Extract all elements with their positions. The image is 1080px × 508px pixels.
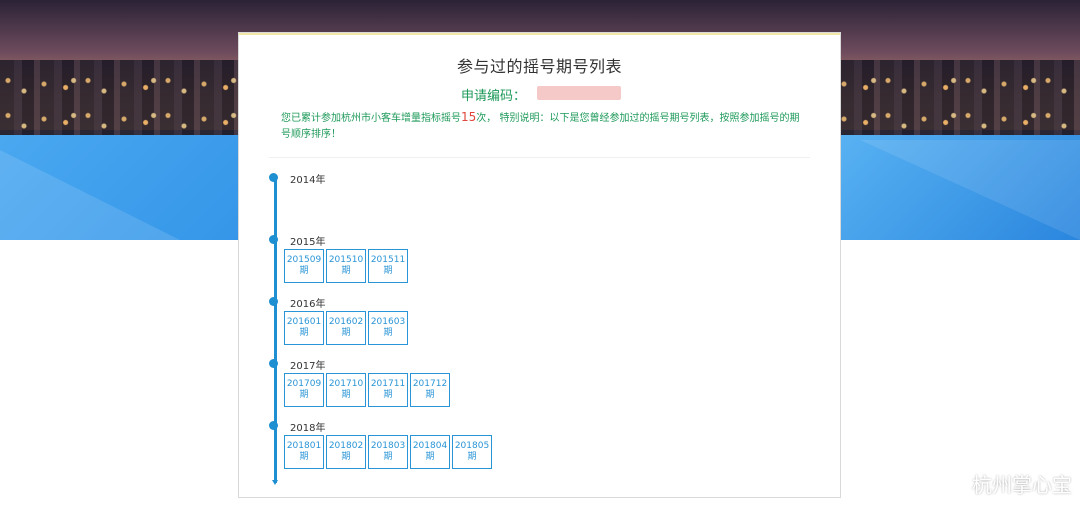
lottery-history-card: 参与过的摇号期号列表 申请编码： 您已累计参加杭州市小客车增量指标摇号15次， … <box>238 32 841 498</box>
period-code: 201802 <box>328 441 364 451</box>
period-code: 201710 <box>328 379 364 389</box>
period-code: 201603 <box>370 317 406 327</box>
participation-count: 15 <box>461 110 477 124</box>
period-unit: 期 <box>383 390 393 400</box>
period-button[interactable]: 201710 期 <box>326 373 366 407</box>
period-code: 201801 <box>286 441 322 451</box>
page-title: 参与过的摇号期号列表 <box>456 57 622 76</box>
period-code: 201709 <box>286 379 322 389</box>
period-button[interactable]: 201709 期 <box>284 373 324 407</box>
period-unit: 期 <box>383 266 393 276</box>
timeline-dot-icon <box>269 421 278 430</box>
period-code: 201803 <box>370 441 406 451</box>
period-button[interactable]: 201511 期 <box>368 249 408 283</box>
application-code-redacted <box>537 86 621 100</box>
period-unit: 期 <box>383 328 393 338</box>
period-button[interactable]: 201509 期 <box>284 249 324 283</box>
weibo-icon <box>938 471 968 497</box>
period-unit: 期 <box>299 328 309 338</box>
year-label: 2016年 <box>290 299 326 310</box>
period-code: 201805 <box>454 441 490 451</box>
period-code: 201511 <box>370 255 406 265</box>
period-unit: 期 <box>467 452 477 462</box>
period-button[interactable]: 201711 期 <box>368 373 408 407</box>
period-list: 201801 期 201802 期 201803 期 201804 期 201805 期 <box>284 435 494 469</box>
period-code: 201510 <box>328 255 364 265</box>
period-list: 201601 期 201602 期 201603 期 <box>284 311 410 345</box>
watermark: 杭州掌心宝 <box>938 469 1072 498</box>
period-unit: 期 <box>341 390 351 400</box>
period-unit: 期 <box>299 266 309 276</box>
participation-info: 您已累计参加杭州市小客车增量指标摇号15次， 特别说明：以下是您曾经参加过的摇号… <box>281 109 801 143</box>
period-button[interactable]: 201712 期 <box>410 373 450 407</box>
period-button[interactable]: 201603 期 <box>368 311 408 345</box>
period-code: 201712 <box>412 379 448 389</box>
application-code-label: 申请编码： <box>461 89 527 104</box>
year-label: 2017年 <box>290 361 326 372</box>
year-label: 2018年 <box>290 423 326 434</box>
period-button[interactable]: 201801 期 <box>284 435 324 469</box>
period-button[interactable]: 201803 期 <box>368 435 408 469</box>
period-button[interactable]: 201602 期 <box>326 311 366 345</box>
period-unit: 期 <box>425 390 435 400</box>
period-code: 201509 <box>286 255 322 265</box>
timeline-dot-icon <box>269 173 278 182</box>
period-code: 201602 <box>328 317 364 327</box>
timeline-arrow-icon <box>272 480 278 485</box>
period-unit: 期 <box>299 390 309 400</box>
period-unit: 期 <box>341 452 351 462</box>
period-unit: 期 <box>341 266 351 276</box>
period-unit: 期 <box>341 328 351 338</box>
period-unit: 期 <box>383 452 393 462</box>
period-code: 201601 <box>286 317 322 327</box>
period-button[interactable]: 201510 期 <box>326 249 366 283</box>
divider <box>269 157 810 158</box>
banner-decor-right <box>860 140 1080 240</box>
period-unit: 期 <box>425 452 435 462</box>
period-button[interactable]: 201805 期 <box>452 435 492 469</box>
period-code: 201804 <box>412 441 448 451</box>
info-prefix: 您已累计参加杭州市小客车增量指标摇号 <box>281 113 461 124</box>
timeline-dot-icon <box>269 297 278 306</box>
year-label: 2014年 <box>290 175 326 186</box>
timeline-dot-icon <box>269 359 278 368</box>
period-code: 201711 <box>370 379 406 389</box>
period-list: 201509 期 201510 期 201511 期 <box>284 249 410 283</box>
period-button[interactable]: 201601 期 <box>284 311 324 345</box>
watermark-text: 杭州掌心宝 <box>972 473 1072 497</box>
period-button[interactable]: 201802 期 <box>326 435 366 469</box>
period-list: 201709 期 201710 期 201711 期 201712 期 <box>284 373 452 407</box>
period-button[interactable]: 201804 期 <box>410 435 450 469</box>
year-label: 2015年 <box>290 237 326 248</box>
timeline-dot-icon <box>269 235 278 244</box>
period-unit: 期 <box>299 452 309 462</box>
timeline-line <box>274 175 277 483</box>
card-top-accent <box>239 33 840 35</box>
banner-decor-left <box>0 150 180 240</box>
